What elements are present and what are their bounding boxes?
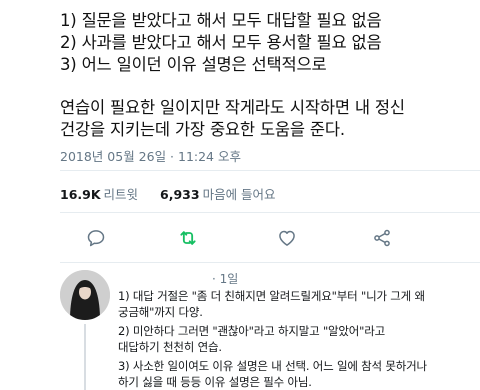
tweet-line: 3) 어느 일이던 이유 설명은 선택적으로 [60,55,327,74]
reply-line: 대답하기 천천히 연습. [118,340,222,354]
reply-timestamp[interactable]: · 1일 [212,270,238,287]
avatar-image [60,270,110,320]
tweet-line: 건강을 지키는데 가장 중요한 도움을 준다. [60,120,345,139]
retweet-icon [180,231,196,245]
reply-line: 1) 대답 거절은 "좀 더 친해지면 알려드릴게요"부터 "니가 그게 왜 [118,289,425,303]
heart-icon [279,230,295,246]
avatar[interactable] [60,270,110,320]
likes-stat[interactable]: 6,933 마음에 들어요 [160,187,276,202]
tweet-actions [0,226,480,252]
tweet-stats: 16.9K 리트윗 6,933 마음에 들어요 [60,184,276,203]
likes-label: 마음에 들어요 [202,187,276,202]
reply-line: 2) 미안하다 그러면 "괜찮아"라고 하지말고 "알았어"라고 [118,324,386,338]
share-icon [374,229,390,247]
reply-button[interactable] [84,226,108,250]
tweet-line: 연습이 필요한 일이지만 작게라도 시작하면 내 정신 [60,98,405,117]
divider [60,262,480,263]
thread-line [84,324,86,390]
tweet-text: 1) 질문을 받았다고 해서 모두 대답할 필요 없음 2) 사과를 받았다고 … [60,10,470,141]
reply-line: 궁금해"까지 다양. [118,305,203,319]
retweets-count: 16.9K [60,187,101,202]
reply-line: 하기 싫을 때 등등 이유 설명은 필수 아님. [118,375,312,389]
like-button[interactable] [275,226,299,250]
likes-count: 6,933 [160,187,200,202]
tweet-line: 1) 질문을 받았다고 해서 모두 대답할 필요 없음 [60,11,382,30]
divider [60,170,480,171]
tweet-timestamp[interactable]: 2018년 05월 26일 · 11:24 오후 [60,146,241,165]
retweet-button[interactable] [176,226,200,250]
tweet-line: 2) 사과를 받았다고 해서 모두 용서할 필요 없음 [60,33,382,52]
divider [60,212,480,213]
retweets-label: 리트윗 [103,187,139,202]
retweets-stat[interactable]: 16.9K 리트윗 [60,187,142,202]
reply-line: 3) 사소한 일이여도 이유 설명은 내 선택. 어느 일에 참석 못하거나 [118,359,427,373]
share-button[interactable] [370,226,394,250]
reply-text: 1) 대답 거절은 "좀 더 친해지면 알려드릴게요"부터 "니가 그게 왜 궁… [118,288,473,390]
reply-icon [87,230,105,247]
